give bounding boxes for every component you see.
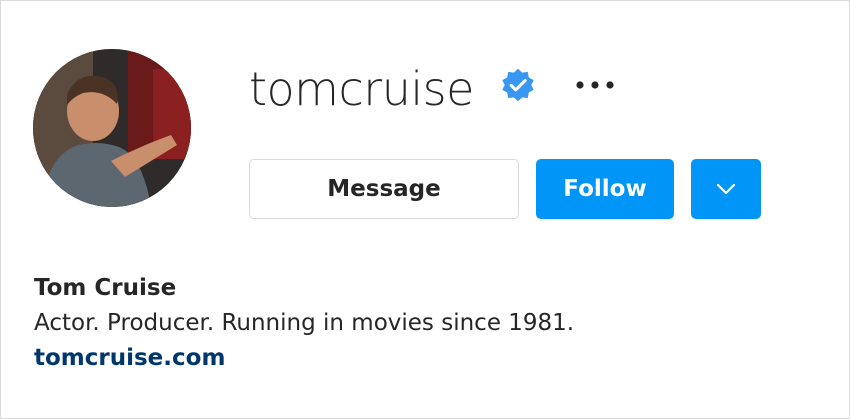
follow-button[interactable]: Follow [536,159,674,219]
message-button[interactable]: Message [249,159,519,219]
bio-text: Actor. Producer. Running in movies since… [34,310,575,336]
full-name: Tom Cruise [34,275,177,301]
suggested-accounts-dropdown-button[interactable] [691,159,761,219]
profile-header: tomcruise Message Follow Tom Cruise Acto… [0,0,850,419]
follow-button-label: Follow [563,176,647,202]
website-link[interactable]: tomcruise.com [34,341,574,376]
more-options-icon[interactable] [571,71,619,99]
bio-section: Tom Cruise Actor. Producer. Running in m… [34,271,574,376]
chevron-down-icon [716,183,736,195]
message-button-label: Message [327,176,441,202]
avatar[interactable] [33,49,191,207]
verified-badge-icon [502,68,534,102]
avatar-image [33,49,191,207]
username: tomcruise [249,62,474,116]
